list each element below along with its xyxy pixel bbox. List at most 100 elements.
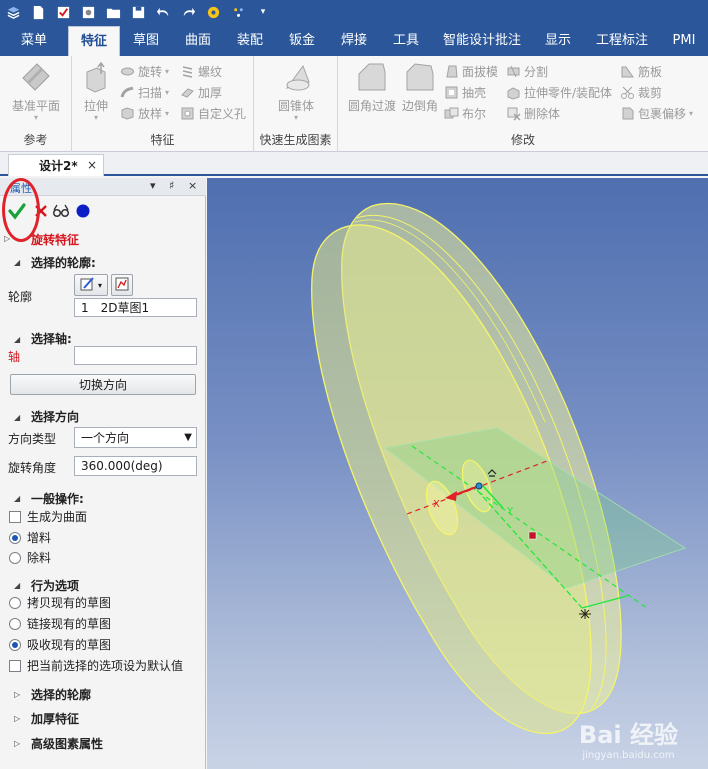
rib-button[interactable]: 筋板 (620, 62, 662, 80)
tab-menu[interactable]: 菜单 (0, 26, 68, 56)
origin-point[interactable] (475, 482, 483, 490)
draft-face-icon (444, 64, 459, 79)
app-logo-icon[interactable] (4, 3, 22, 21)
split-button[interactable]: 分割 (506, 62, 548, 80)
help-dot-icon[interactable] (74, 202, 92, 220)
tab-surface[interactable]: 曲面 (172, 26, 224, 56)
tab-assembly[interactable]: 装配 (224, 26, 276, 56)
as-surface-checkbox[interactable] (9, 511, 21, 523)
axis-input[interactable] (74, 346, 197, 365)
quick-access-dropdown-icon[interactable]: ▾ (254, 3, 272, 21)
collapse-triangle-icon[interactable]: ◢ (14, 581, 20, 590)
split-icon (506, 64, 521, 79)
section-collapsed-advanced[interactable]: 高级图素属性 (31, 735, 103, 752)
chevron-down-icon: ▾ (165, 108, 170, 118)
close-icon[interactable]: × (188, 179, 197, 192)
expand-triangle-icon[interactable]: ▷ (14, 739, 20, 748)
shell-label: 抽壳 (462, 85, 487, 100)
save-icon[interactable] (129, 3, 147, 21)
loft-button[interactable]: 放样 ▾ (120, 104, 169, 122)
tab-welding[interactable]: 焊接 (328, 26, 380, 56)
add-material-radio[interactable] (9, 532, 21, 544)
tab-feature[interactable]: 特征 (68, 26, 120, 56)
ribbon-panel: 基准平面 ▾ 参考 拉伸 ▾ 旋转 ▾ 扫描 ▾ 放样 ▾ 螺纹 加厚 自定义孔… (0, 56, 708, 152)
delete-body-button[interactable]: 删除体 (506, 104, 560, 122)
tab-display[interactable]: 显示 (532, 26, 584, 56)
link-sketch-radio[interactable] (9, 618, 21, 630)
profile-sketch-button[interactable] (111, 274, 133, 296)
chamfer-button[interactable]: 边倒角 (400, 60, 440, 114)
trim-button[interactable]: 裁剪 (620, 83, 662, 101)
ribbon-tabs: 菜单 特征 草图 曲面 装配 钣金 焊接 工具 智能设计批注 显示 工程标注 P… (0, 24, 708, 56)
open-folder-icon[interactable] (104, 3, 122, 21)
collapse-triangle-icon[interactable]: ◢ (14, 494, 20, 503)
fillet-icon (355, 60, 389, 94)
tab-smart-annotation[interactable]: 智能设计批注 (432, 26, 532, 56)
cone-button[interactable]: 圆锥体 ▾ (266, 60, 326, 122)
collapse-triangle-icon[interactable]: ◢ (14, 335, 20, 344)
title-bar: ▾ (0, 0, 708, 24)
tab-engineering-annotation[interactable]: 工程标注 (584, 26, 660, 56)
rotation-angle-input[interactable]: 360.000(deg) (74, 456, 197, 476)
extend-part-button[interactable]: 拉伸零件/装配体 (506, 83, 612, 101)
settings-gear-icon[interactable] (204, 3, 222, 21)
tab-sheet-metal[interactable]: 钣金 (276, 26, 328, 56)
tab-tools[interactable]: 工具 (380, 26, 432, 56)
pin-icon[interactable]: ♯ (169, 179, 174, 192)
redo-icon[interactable] (179, 3, 197, 21)
profile-pick-button[interactable]: ▾ (74, 274, 108, 296)
section-collapsed-profile[interactable]: 选择的轮廓 (31, 686, 91, 703)
shell-button[interactable]: 抽壳 (444, 83, 486, 101)
new-design-icon[interactable] (54, 3, 72, 21)
collapse-triangle-icon[interactable]: ◢ (14, 258, 20, 267)
wrap-offset-button[interactable]: 包裹偏移 ▾ (620, 104, 693, 122)
remove-material-radio[interactable] (9, 552, 21, 564)
toggle-direction-button[interactable]: 切换方向 (10, 374, 196, 395)
tab-sketch[interactable]: 草图 (120, 26, 172, 56)
boolean-button[interactable]: 布尔 (444, 104, 486, 122)
section-collapsed-thicken[interactable]: 加厚特征 (31, 710, 79, 727)
revolve-label: 旋转 (138, 64, 163, 79)
revolve-button[interactable]: 旋转 ▾ (120, 62, 169, 80)
draft-face-button[interactable]: 面拔模 (444, 62, 498, 80)
rib-label: 筋板 (638, 64, 663, 79)
fillet-label: 圆角过渡 (347, 99, 396, 113)
endpoint-marker-icon (579, 609, 591, 619)
custom-hole-button[interactable]: 自定义孔 (180, 104, 246, 122)
expand-triangle-icon[interactable]: ▷ (14, 714, 20, 723)
sweep-button[interactable]: 扫描 ▾ (120, 83, 169, 101)
document-tab[interactable]: 设计2* × (8, 154, 104, 176)
document-tab-title: 设计2* (39, 159, 78, 173)
copy-sketch-radio[interactable] (9, 597, 21, 609)
x-axis-label: X (433, 499, 440, 510)
close-icon[interactable]: × (87, 158, 97, 172)
collapse-triangle-icon[interactable]: ◢ (14, 413, 20, 422)
ribbon-group-feature: 拉伸 ▾ 旋转 ▾ 扫描 ▾ 放样 ▾ 螺纹 加厚 自定义孔 特征 (72, 56, 254, 152)
group-label-feature: 特征 (150, 133, 175, 147)
profile-list[interactable]: 1 2D草图1 (74, 298, 197, 317)
panel-menu-icon[interactable]: ▾ (150, 179, 156, 192)
new-file-icon[interactable] (29, 3, 47, 21)
new-drawing-icon[interactable] (79, 3, 97, 21)
extrude-button[interactable]: 拉伸 ▾ (78, 60, 114, 122)
base-plane-button[interactable]: 基准平面 ▾ (6, 60, 66, 122)
trim-icon (620, 85, 635, 100)
chevron-down-icon: ▾ (689, 108, 694, 118)
fillet-button[interactable]: 圆角过渡 (346, 60, 398, 114)
preview-glasses-icon[interactable] (52, 202, 70, 220)
undo-icon[interactable] (154, 3, 172, 21)
thread-button[interactable]: 螺纹 (180, 62, 222, 80)
confirm-check-icon[interactable] (8, 202, 26, 220)
sparkle-icon[interactable] (229, 3, 247, 21)
tab-pmi[interactable]: PMI (660, 26, 708, 56)
direction-type-select[interactable]: 一个方向 ▼ (74, 427, 197, 448)
3d-viewport[interactable]: X Y Bai 经验 jingyan.baidu.com (207, 178, 708, 769)
thicken-button[interactable]: 加厚 (180, 83, 222, 101)
cancel-x-icon[interactable] (32, 202, 50, 220)
expand-triangle-icon[interactable]: ▷ (14, 690, 20, 699)
selection-marker[interactable] (528, 531, 537, 540)
absorb-sketch-radio[interactable] (9, 639, 21, 651)
set-default-checkbox[interactable] (9, 660, 21, 672)
collapse-triangle-icon[interactable]: ▷ (4, 234, 10, 243)
model-canvas[interactable]: X Y (207, 178, 708, 769)
